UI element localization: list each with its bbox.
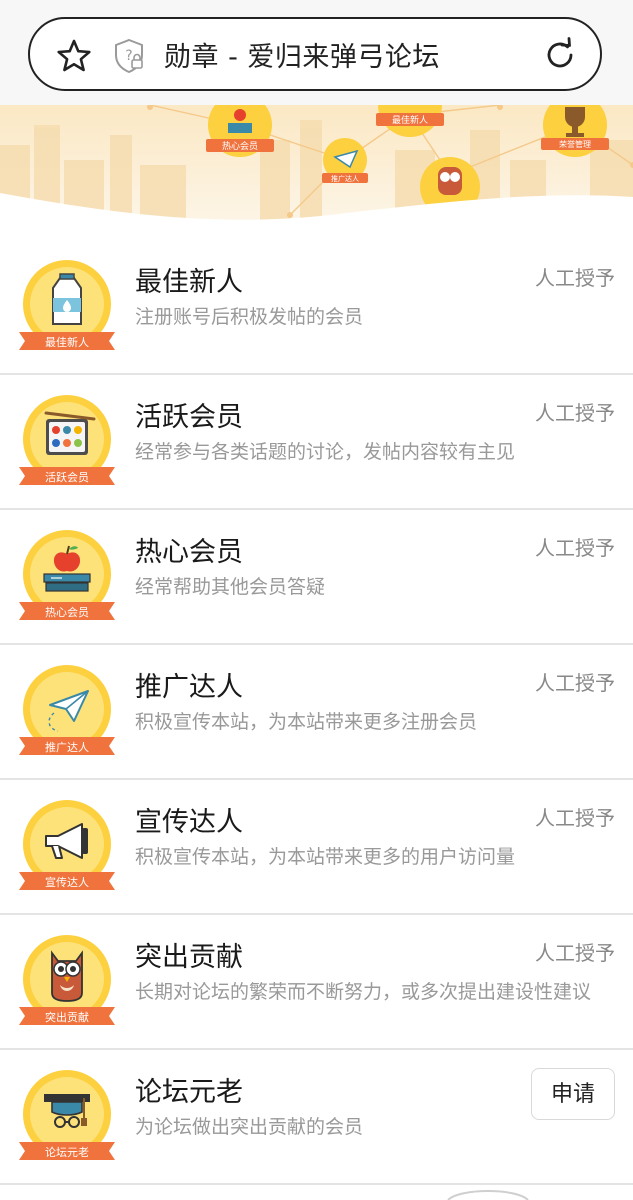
badge-paper-plane-icon: 推广达人	[19, 665, 115, 755]
medal-name: 推广达人	[135, 672, 243, 703]
banner-badge-4: 荣誉管理	[541, 105, 609, 157]
award-method: 人工授予	[535, 401, 615, 425]
apply-button[interactable]: 申请	[531, 1068, 615, 1120]
medal-row-tuchu-gongxian[interactable]: 突出贡献 突出贡献 长期对论坛的繁荣而不断努力，或多次提出建设性建议 人工授予	[0, 915, 633, 1050]
security-shield-icon[interactable]: ?	[112, 38, 146, 74]
medal-name: 最佳新人	[135, 267, 243, 298]
award-method: 人工授予	[535, 941, 615, 965]
svg-text:论坛元老: 论坛元老	[45, 1145, 89, 1159]
badge-apple-books-icon: 热心会员	[19, 530, 115, 620]
medal-list: 最佳新人 最佳新人 注册账号后积极发帖的会员 人工授予 活跃会员 活跃会员 经常…	[0, 240, 633, 1185]
browser-toolbar: ? 勋章 - 爱归来弹弓论坛	[0, 0, 633, 105]
svg-text:荣誉管理: 荣誉管理	[559, 139, 591, 149]
svg-text:热心会员: 热心会员	[45, 606, 89, 619]
medal-row-huoyue-huiyuan[interactable]: 活跃会员 活跃会员 经常参与各类话题的讨论，发帖内容较有主见 人工授予	[0, 375, 633, 510]
award-method: 人工授予	[535, 536, 615, 560]
svg-text:宣传达人: 宣传达人	[45, 875, 89, 889]
award-method: 人工授予	[535, 266, 615, 290]
medal-name: 活跃会员	[135, 402, 243, 433]
svg-text:活跃会员: 活跃会员	[45, 470, 89, 484]
svg-text:最佳新人: 最佳新人	[45, 335, 89, 349]
svg-text:推广达人: 推广达人	[45, 740, 89, 754]
medal-banner: 热心会员 最佳新人 推广达人 荣誉管理	[0, 105, 633, 235]
svg-text:推广达人: 推广达人	[331, 174, 359, 183]
medal-row-zuijia-xinren[interactable]: 最佳新人 最佳新人 注册账号后积极发帖的会员 人工授予	[0, 240, 633, 375]
badge-megaphone-icon: 宣传达人	[19, 800, 115, 890]
medal-description: 注册账号后积极发帖的会员	[135, 306, 364, 328]
svg-text:突出贡献: 突出贡献	[45, 1010, 89, 1024]
award-method: 人工授予	[535, 671, 615, 695]
banner-badge-1: 热心会员	[206, 105, 274, 157]
badge-milk-carton-icon: 最佳新人	[19, 260, 115, 350]
award-method: 人工授予	[535, 806, 615, 830]
star-icon[interactable]	[56, 38, 92, 74]
medal-name: 论坛元老	[135, 1077, 243, 1108]
medal-description: 经常参与各类话题的讨论，发帖内容较有主见	[135, 441, 516, 463]
medal-row-rexin-huiyuan[interactable]: 热心会员 热心会员 经常帮助其他会员答疑 人工授予	[0, 510, 633, 645]
badge-palette-icon: 活跃会员	[19, 395, 115, 485]
medal-description: 经常帮助其他会员答疑	[135, 576, 326, 598]
svg-text:热心会员: 热心会员	[222, 140, 258, 152]
medal-description: 长期对论坛的繁荣而不断努力，或多次提出建设性建议	[135, 981, 592, 1003]
medal-name: 宣传达人	[135, 807, 243, 838]
medal-name: 热心会员	[135, 537, 243, 568]
svg-text:最佳新人: 最佳新人	[392, 114, 428, 126]
address-bar[interactable]: ? 勋章 - 爱归来弹弓论坛	[28, 17, 602, 91]
reload-icon[interactable]	[542, 37, 578, 73]
medal-row-tuiguang-daren[interactable]: 推广达人 推广达人 积极宣传本站，为本站带来更多注册会员 人工授予	[0, 645, 633, 780]
badge-graduation-cap-icon: 论坛元老	[19, 1070, 115, 1160]
medal-name: 突出贡献	[135, 942, 243, 973]
medal-row-luntan-yuanlao[interactable]: 论坛元老 论坛元老 为论坛做出突出贡献的会员 申请	[0, 1050, 633, 1185]
medal-description: 积极宣传本站，为本站带来更多注册会员	[135, 711, 478, 733]
medal-description: 积极宣传本站，为本站带来更多的用户访问量	[135, 846, 516, 868]
next-badge-peek	[447, 1190, 529, 1200]
badge-owl-icon: 突出贡献	[19, 935, 115, 1025]
page-title: 勋章 - 爱归来弹弓论坛	[164, 42, 440, 73]
medal-row-xuanchuan-daren[interactable]: 宣传达人 宣传达人 积极宣传本站，为本站带来更多的用户访问量 人工授予	[0, 780, 633, 915]
